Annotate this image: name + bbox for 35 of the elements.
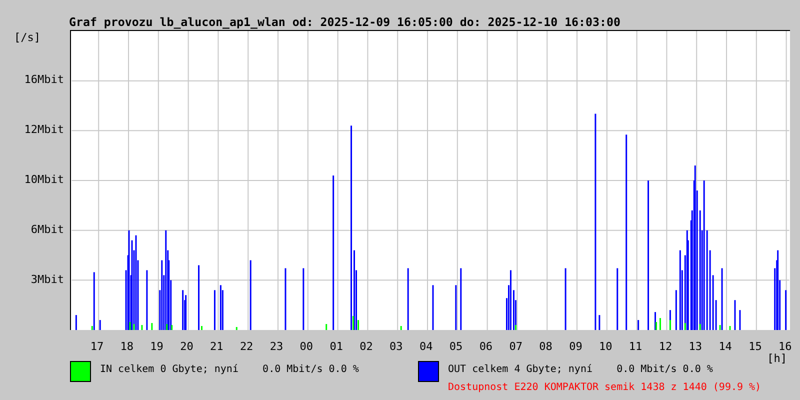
x-axis-label: 23 (268, 340, 284, 354)
y-axis-label: 3Mbit (30, 273, 64, 287)
x-axis-label: 02 (358, 340, 374, 354)
legend-text: IN celkem 0 Gbyte; nyní 0.0 Mbit/s 0.0 % (100, 364, 359, 376)
x-axis-label: 04 (418, 340, 434, 354)
x-axis-label: 18 (119, 340, 134, 354)
x-axis-label: 21 (209, 340, 224, 354)
y-axis-label: 12Mbit (24, 123, 64, 137)
x-axis-label: 03 (388, 340, 404, 354)
x-axis-label: 12 (658, 340, 674, 354)
x-axis-label: 11 (628, 340, 644, 354)
availability-text: Dostupnost E220 KOMPAKTOR semik 1438 z 1440 (99.9 %) (448, 382, 762, 394)
x-axis-label: 22 (238, 340, 254, 354)
x-axis-label: 07 (508, 340, 524, 354)
x-axis-label: 08 (538, 340, 554, 354)
y-axis-label: 16Mbit (24, 73, 64, 87)
x-axis-unit: [h] (767, 353, 787, 365)
x-axis-label: 19 (149, 340, 164, 354)
y-axis-unit: [/s] (14, 31, 40, 45)
y-axis-label: 10Mbit (24, 173, 64, 187)
x-axis-label: 10 (598, 340, 614, 354)
x-axis-label: 06 (478, 340, 494, 354)
x-axis-label: 20 (179, 340, 194, 354)
x-axis-label: 15 (748, 340, 763, 354)
x-axis-label: 01 (328, 340, 344, 354)
chart-title: Graf provozu lb_alucon_ap1_wlan od: 2025-12-09 16:05:00 do: 2025-12-10 16:03:00 (69, 15, 620, 29)
x-axis-label: 17 (89, 340, 105, 354)
y-axis-label: 6Mbit (30, 223, 64, 237)
x-axis-label: 13 (688, 340, 704, 354)
x-axis-label: 00 (298, 340, 314, 354)
x-axis-label: 16 (778, 340, 793, 354)
legend-text: OUT celkem 4 Gbyte; nyní 0.0 Mbit/s 0.0 % (448, 364, 714, 376)
x-axis-label: 09 (568, 340, 584, 354)
x-axis-label: 05 (448, 340, 464, 354)
x-axis-label: 14 (718, 340, 733, 354)
